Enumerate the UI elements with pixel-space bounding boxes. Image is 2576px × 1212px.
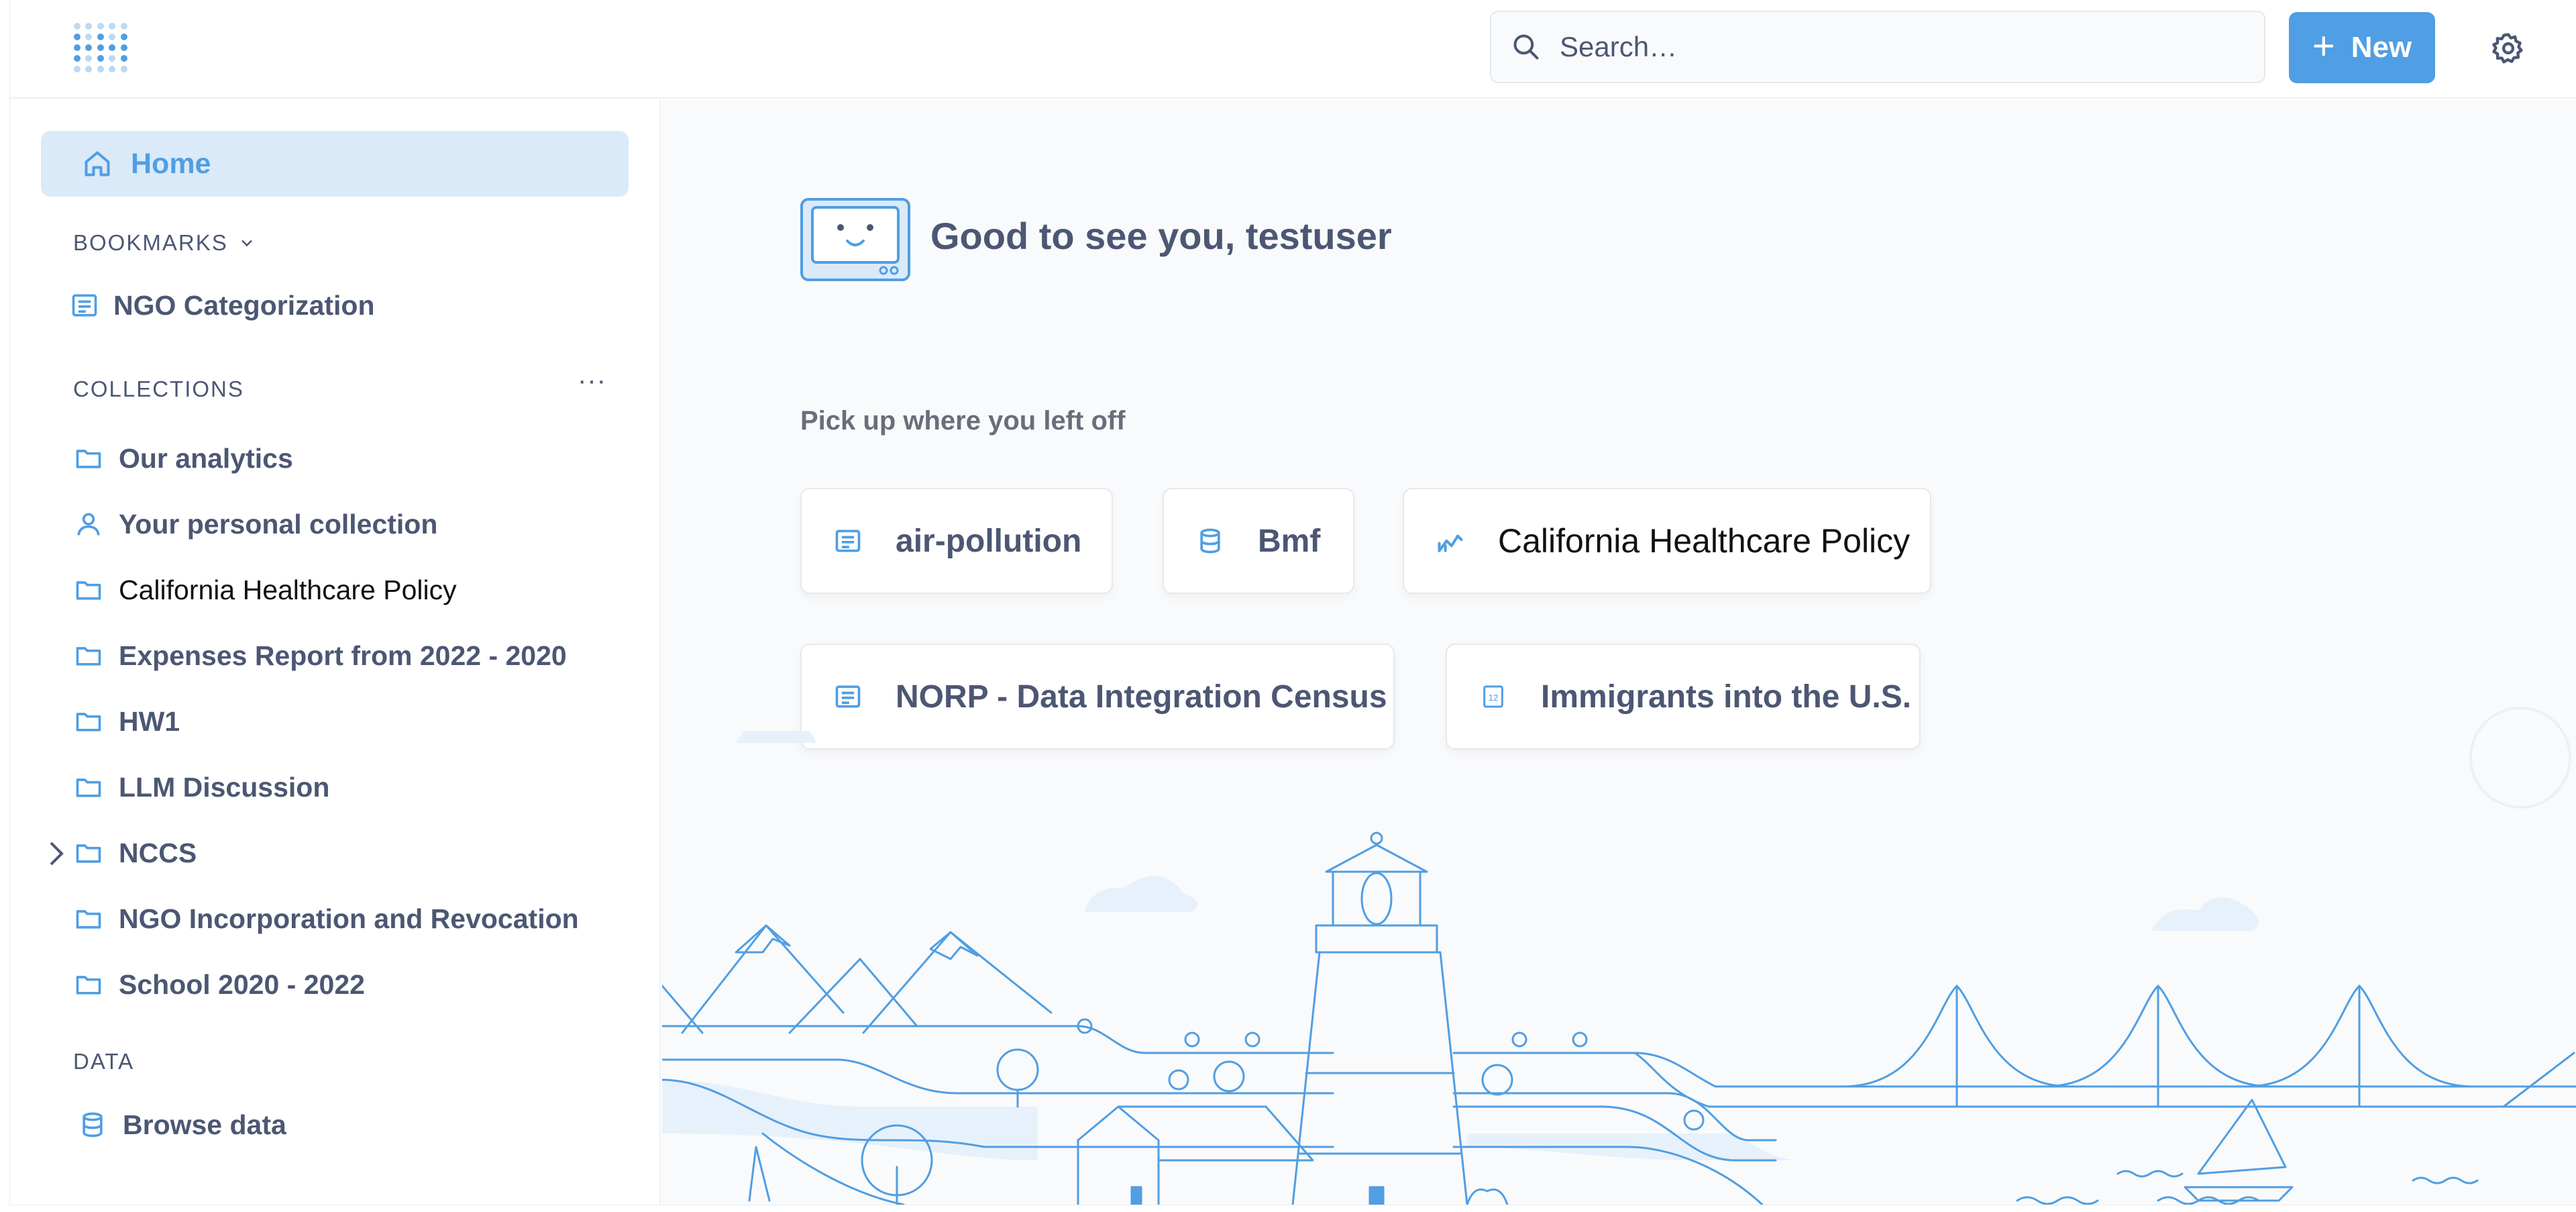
bookmarks-section-toggle[interactable]: BOOKMARKS bbox=[73, 230, 256, 256]
collection-item[interactable]: NGO Incorporation and Revocation bbox=[73, 895, 623, 942]
collection-item[interactable]: Expenses Report from 2022 - 2020 bbox=[73, 632, 623, 679]
collection-label: LLM Discussion bbox=[119, 771, 330, 803]
collection-item[interactable]: HW1 bbox=[73, 698, 623, 745]
plus-icon: + bbox=[2312, 23, 2335, 68]
search-placeholder: Search… bbox=[1560, 31, 1678, 62]
line-chart-icon bbox=[1435, 525, 1466, 556]
recent-item-label: California Healthcare Policy bbox=[1498, 522, 1911, 560]
recent-item-card[interactable]: air-pollution bbox=[800, 488, 1113, 594]
folder-icon bbox=[73, 903, 104, 934]
browse-data-label: Browse data bbox=[123, 1109, 286, 1140]
recent-item-label: NORP - Data Integration Census bbox=[896, 678, 1387, 715]
database-icon bbox=[77, 1109, 108, 1140]
sidebar-item-label: Home bbox=[131, 147, 211, 180]
number-icon: 12 bbox=[1478, 681, 1509, 712]
chevron-down-icon bbox=[241, 240, 252, 247]
home-icon bbox=[85, 151, 110, 176]
collection-label: Expenses Report from 2022 - 2020 bbox=[119, 640, 567, 671]
metabot-icon bbox=[800, 198, 910, 281]
folder-icon bbox=[73, 706, 104, 737]
top-navbar: Search… + New bbox=[10, 0, 2576, 99]
table-icon bbox=[833, 681, 863, 712]
folder-icon bbox=[73, 969, 104, 1000]
greeting-heading: Good to see you, testuser bbox=[930, 215, 1392, 257]
collection-label: NGO Incorporation and Revocation bbox=[119, 903, 579, 934]
sidebar: Home BOOKMARKS NGO Categorization COLLEC… bbox=[10, 100, 661, 1205]
bookmark-label: NGO Categorization bbox=[113, 289, 375, 321]
collection-item[interactable]: California Healthcare Policy bbox=[73, 566, 623, 613]
chevron-right-icon[interactable] bbox=[46, 840, 66, 867]
new-button[interactable]: + New bbox=[2289, 12, 2435, 83]
folder-icon bbox=[73, 772, 104, 803]
folder-icon bbox=[73, 640, 104, 671]
collection-item[interactable]: LLM Discussion bbox=[73, 764, 623, 811]
search-bar[interactable]: Search… bbox=[1490, 11, 2265, 83]
collection-item[interactable]: Your personal collection bbox=[73, 501, 623, 548]
table-icon bbox=[69, 290, 100, 321]
metabase-logo[interactable] bbox=[70, 16, 131, 79]
bookmarks-title: BOOKMARKS bbox=[73, 230, 228, 255]
recent-item-card[interactable]: California Healthcare Policy bbox=[1403, 488, 1931, 594]
app-window: Search… + New Home BOOKMARKS NGO Categor… bbox=[9, 0, 2576, 1205]
recent-item-label: air-pollution bbox=[896, 523, 1082, 559]
collection-item[interactable]: Our analytics bbox=[73, 435, 623, 482]
person-icon bbox=[73, 509, 104, 540]
collection-label: HW1 bbox=[119, 705, 180, 737]
search-icon bbox=[1513, 34, 1539, 60]
folder-icon bbox=[73, 838, 104, 868]
recents-heading: Pick up where you left off bbox=[800, 406, 1126, 436]
recent-item-label: Immigrants into the U.S. bbox=[1541, 678, 1912, 715]
bookmark-item[interactable]: NGO Categorization bbox=[69, 282, 619, 329]
gear-icon[interactable] bbox=[2491, 31, 2526, 66]
collection-label: NCCS bbox=[119, 837, 197, 868]
lighthouse-illustration bbox=[662, 731, 2576, 1205]
folder-icon bbox=[73, 574, 104, 605]
folder-icon bbox=[73, 443, 104, 474]
data-title: DATA bbox=[73, 1049, 135, 1074]
collections-title: COLLECTIONS bbox=[73, 376, 244, 401]
svg-text:12: 12 bbox=[1489, 693, 1499, 703]
new-button-label: New bbox=[2351, 31, 2412, 64]
collection-item[interactable]: School 2020 - 2022 bbox=[73, 961, 623, 1008]
sidebar-item-home[interactable]: Home bbox=[41, 131, 629, 197]
browse-data-item[interactable]: Browse data bbox=[77, 1101, 627, 1148]
table-icon bbox=[833, 525, 863, 556]
collection-label: School 2020 - 2022 bbox=[119, 968, 365, 1000]
recent-item-card[interactable]: Bmf bbox=[1163, 488, 1354, 594]
database-icon bbox=[1195, 525, 1226, 556]
home-content: Good to see you, testuser Pick up where … bbox=[662, 100, 2576, 1205]
more-options-icon[interactable]: ··· bbox=[578, 366, 606, 396]
collection-label: California Healthcare Policy bbox=[119, 574, 457, 605]
collection-label: Your personal collection bbox=[119, 508, 438, 540]
recent-item-label: Bmf bbox=[1258, 523, 1321, 559]
collection-item[interactable]: NCCS bbox=[73, 829, 623, 876]
collection-label: Our analytics bbox=[119, 442, 293, 474]
